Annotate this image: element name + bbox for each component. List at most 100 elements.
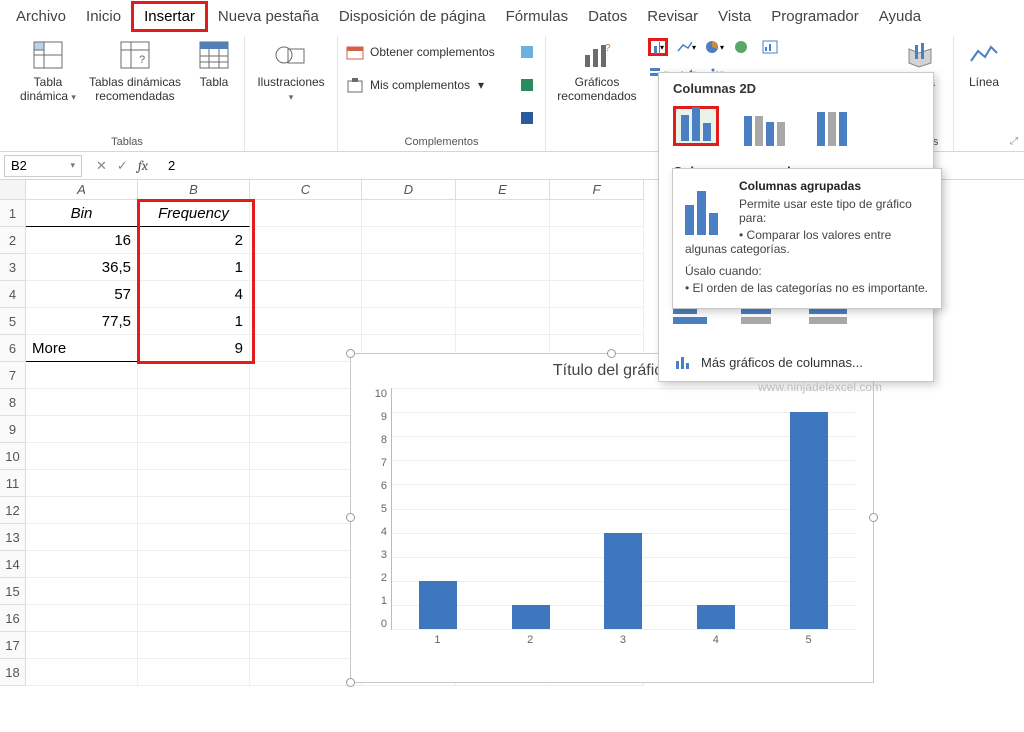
resize-handle[interactable] [869, 513, 878, 522]
cell[interactable]: 36,5 [26, 254, 138, 281]
menu-formulas[interactable]: Fórmulas [496, 4, 579, 29]
cell[interactable] [138, 632, 250, 659]
rowhead[interactable]: 14 [0, 551, 26, 578]
cell[interactable] [250, 254, 362, 281]
colhead-E[interactable]: E [456, 180, 550, 200]
cell[interactable] [456, 254, 550, 281]
rowhead[interactable]: 1 [0, 200, 26, 227]
cell[interactable] [138, 470, 250, 497]
menu-insertar[interactable]: Insertar [131, 1, 208, 32]
cell[interactable] [456, 308, 550, 335]
rowhead[interactable]: 18 [0, 659, 26, 686]
rowhead[interactable]: 17 [0, 632, 26, 659]
cell[interactable] [250, 470, 362, 497]
chart-bar[interactable] [697, 605, 735, 629]
cell[interactable] [456, 281, 550, 308]
cell[interactable] [138, 659, 250, 686]
cell[interactable] [250, 227, 362, 254]
cell[interactable] [250, 389, 362, 416]
cell[interactable]: 9 [138, 335, 250, 362]
my-addins-button[interactable]: Mis complementos ▾ [346, 71, 537, 98]
rowhead[interactable]: 9 [0, 416, 26, 443]
cell[interactable]: 77,5 [26, 308, 138, 335]
cell[interactable] [362, 227, 456, 254]
chart-bar[interactable] [790, 412, 828, 629]
cell[interactable] [26, 497, 138, 524]
colhead-F[interactable]: F [550, 180, 644, 200]
menu-ayuda[interactable]: Ayuda [869, 4, 931, 29]
cell[interactable] [138, 551, 250, 578]
cell[interactable] [26, 470, 138, 497]
cell[interactable] [250, 551, 362, 578]
cell[interactable] [138, 524, 250, 551]
chart-bar[interactable] [512, 605, 550, 629]
cell[interactable] [550, 308, 644, 335]
cell[interactable] [26, 416, 138, 443]
cell[interactable] [250, 605, 362, 632]
resize-handle[interactable] [346, 513, 355, 522]
charts-dialog-launcher[interactable]: ⤢ [1010, 136, 1018, 147]
rowhead[interactable]: 5 [0, 308, 26, 335]
cell[interactable] [250, 443, 362, 470]
get-addins-button[interactable]: Obtener complementos [346, 38, 537, 65]
people-graph-icon[interactable] [517, 76, 537, 94]
cell[interactable] [550, 254, 644, 281]
recommended-charts-button[interactable]: ? Gráficosrecomendados [554, 36, 640, 104]
100-stacked-column-thumb[interactable] [809, 106, 855, 146]
menu-programador[interactable]: Programador [761, 4, 869, 29]
cell[interactable] [26, 659, 138, 686]
cell[interactable] [550, 200, 644, 227]
cell[interactable] [362, 200, 456, 227]
colhead-C[interactable]: C [250, 180, 362, 200]
cell[interactable] [26, 578, 138, 605]
cell[interactable] [138, 389, 250, 416]
rowhead[interactable]: 8 [0, 389, 26, 416]
name-box[interactable]: B2 ▾ [4, 155, 82, 177]
pivotchart-dropdown[interactable] [760, 38, 780, 56]
cell[interactable] [550, 281, 644, 308]
cell[interactable] [26, 362, 138, 389]
rowhead[interactable]: 10 [0, 443, 26, 470]
pie-chart-dropdown[interactable]: ▾ [704, 38, 724, 56]
chart-bar[interactable] [419, 581, 457, 629]
menu-revisar[interactable]: Revisar [637, 4, 708, 29]
cancel-icon[interactable]: ✕ [96, 158, 107, 174]
rowhead[interactable]: 11 [0, 470, 26, 497]
resize-handle[interactable] [607, 349, 616, 358]
cell[interactable]: 1 [138, 254, 250, 281]
cell[interactable]: 1 [138, 308, 250, 335]
rowhead[interactable]: 3 [0, 254, 26, 281]
cell[interactable] [26, 551, 138, 578]
rowhead[interactable]: 7 [0, 362, 26, 389]
colhead-B[interactable]: B [138, 180, 250, 200]
cell[interactable] [362, 254, 456, 281]
cell[interactable] [362, 281, 456, 308]
embedded-chart[interactable]: Título del gráfico 109876543210 12345 [350, 353, 874, 683]
cell[interactable] [26, 524, 138, 551]
rowhead[interactable]: 4 [0, 281, 26, 308]
illustrations-button[interactable]: Ilustraciones▾ [253, 36, 329, 104]
cell[interactable] [26, 389, 138, 416]
resize-handle[interactable] [346, 349, 355, 358]
rowhead[interactable]: 13 [0, 524, 26, 551]
menu-disposicion[interactable]: Disposición de página [329, 4, 496, 29]
chart-bar[interactable] [604, 533, 642, 629]
cell[interactable] [456, 200, 550, 227]
cell[interactable]: Bin [26, 200, 138, 227]
cell[interactable]: 57 [26, 281, 138, 308]
rowhead[interactable]: 12 [0, 497, 26, 524]
menu-vista[interactable]: Vista [708, 4, 761, 29]
pivot-table-button[interactable]: Tabladinámica ▾ [18, 36, 78, 104]
bing-maps-icon[interactable] [517, 43, 537, 61]
cell[interactable] [138, 578, 250, 605]
rowhead[interactable]: 16 [0, 605, 26, 632]
cell[interactable] [26, 632, 138, 659]
rowhead[interactable]: 2 [0, 227, 26, 254]
cell[interactable]: 2 [138, 227, 250, 254]
cell[interactable] [550, 227, 644, 254]
cell[interactable] [138, 497, 250, 524]
cell[interactable] [362, 308, 456, 335]
cell[interactable] [250, 524, 362, 551]
cell[interactable]: More [26, 335, 138, 362]
resize-handle[interactable] [346, 678, 355, 687]
